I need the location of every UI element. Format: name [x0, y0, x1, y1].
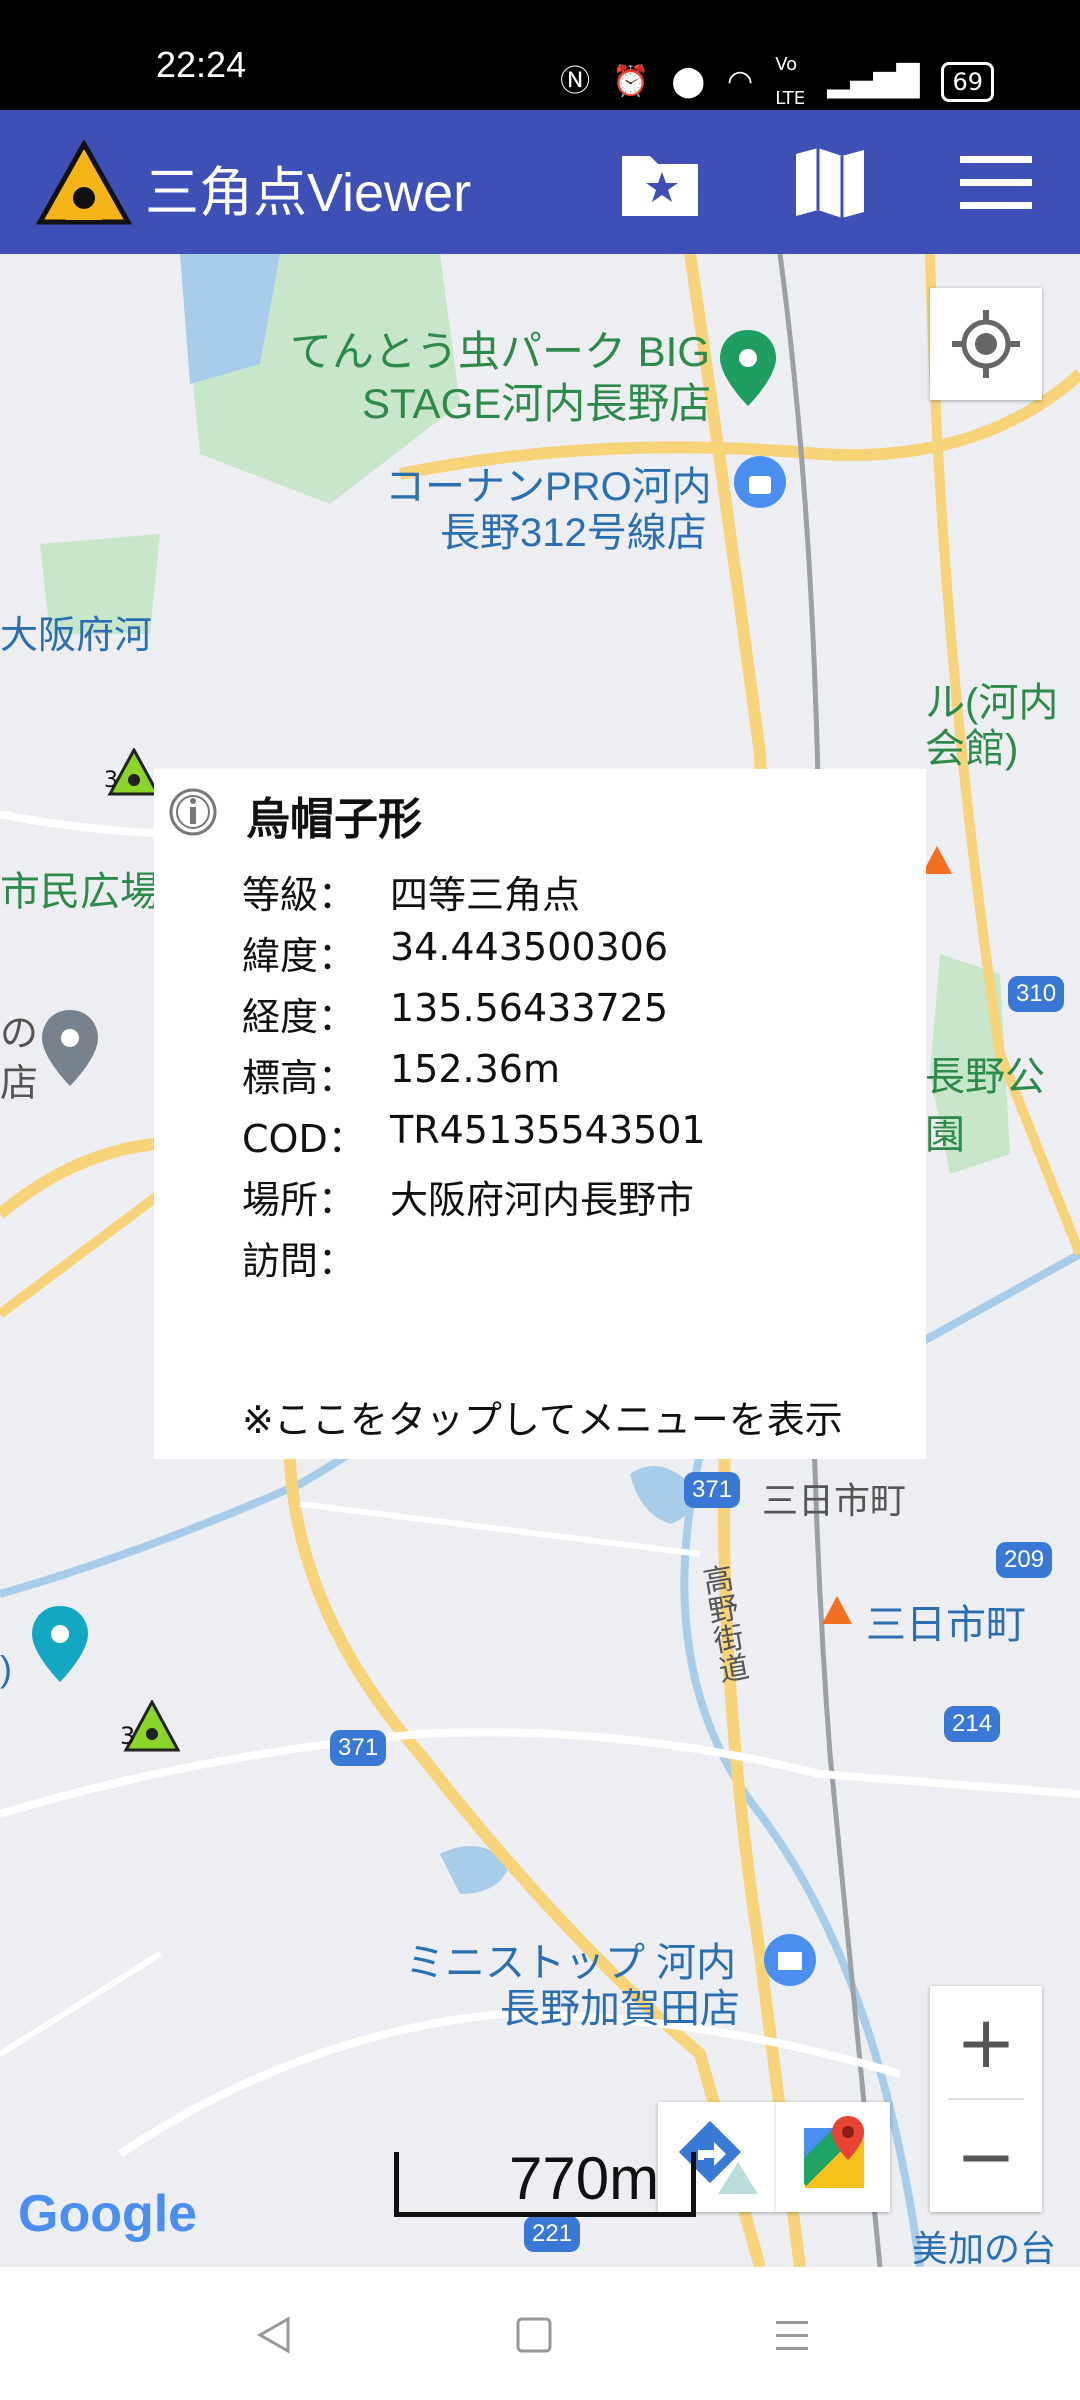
marker-number: 3 — [104, 768, 118, 793]
store-pin-icon[interactable] — [762, 1932, 818, 1988]
wifi-icon: ◠ — [727, 64, 754, 99]
detail-value: 四等三角点 — [390, 873, 581, 917]
marker-number: 3 — [120, 1722, 136, 1750]
my-location-button[interactable] — [930, 288, 1042, 400]
map-view[interactable]: てんとう虫パーク BIG STAGE河内長野店 コーナンPRO河内 長野312号… — [0, 254, 1080, 2267]
map-icon[interactable] — [790, 142, 870, 222]
detail-value: 152.36m — [390, 1047, 560, 1091]
detail-row: 経度： 135.56433725 — [242, 986, 706, 1047]
google-maps-icon — [804, 2116, 864, 2188]
folder-star-icon[interactable] — [618, 142, 702, 222]
app-bar: 三角点Viewer — [0, 110, 1080, 254]
detail-value: 34.443500306 — [390, 925, 669, 969]
detail-row: COD： TR45135543501 — [242, 1108, 706, 1169]
scale-label: 770m — [509, 2145, 660, 2212]
route-badge: 371 — [684, 1472, 741, 1508]
map-label: 店 — [0, 1063, 39, 1105]
orion-logo-icon — [36, 140, 132, 225]
route-badge: 221 — [524, 2216, 581, 2252]
map-label: 三日市町 — [762, 1480, 907, 1521]
map-label: 長野312号線店 — [440, 511, 707, 555]
map-pin-icon[interactable] — [40, 1008, 100, 1088]
detail-row: 訪問： — [242, 1230, 706, 1291]
route-badge: 214 — [944, 1706, 1001, 1742]
zoom-controls: + − — [930, 1986, 1042, 2212]
volte-icon: Vo LTE — [775, 54, 806, 109]
map-label: の — [0, 1013, 39, 1055]
detail-key: 等級： — [242, 873, 357, 917]
status-bar: 22:24 Ⓝ ⏰ ⬤ ◠ Vo LTE ▂▄▆█ 69 — [0, 0, 1080, 110]
my-location-icon — [952, 310, 1020, 378]
map-label: 会館) — [925, 727, 1019, 771]
nfc-icon: Ⓝ — [560, 64, 591, 99]
point-info-popup[interactable]: 烏帽子形 等級： 四等三角点 緯度： 34.443500306 経度： 135.… — [154, 769, 926, 1459]
point-details: 等級： 四等三角点 緯度： 34.443500306 経度： 135.56433… — [242, 864, 706, 1291]
signal-icon: ▂▄▆█ — [827, 64, 920, 99]
open-google-maps-button[interactable] — [774, 2102, 892, 2212]
detail-key: 緯度： — [242, 934, 357, 978]
tap-hint: ※ここをタップしてメニューを表示 — [242, 1398, 843, 1442]
recents-icon[interactable] — [770, 2313, 814, 2357]
detail-key: 経度： — [242, 995, 357, 1039]
detail-value: 大阪府河内長野市 — [390, 1178, 695, 1222]
map-label: STAGE河内長野店 — [362, 380, 712, 427]
triangulation-marker[interactable]: 3 — [120, 1698, 181, 1754]
zoom-in-button[interactable]: + — [930, 1986, 1042, 2098]
map-label: 長野加賀田店 — [500, 1987, 740, 2031]
map-label: 大阪府河 — [0, 615, 153, 657]
system-nav-bar — [0, 2267, 1080, 2400]
detail-key: COD： — [242, 1117, 366, 1161]
detail-value: 135.56433725 — [390, 986, 669, 1030]
detail-key: 標高： — [242, 1056, 357, 1100]
map-label: 美加の台 — [912, 2228, 1057, 2267]
map-pin-icon[interactable] — [718, 328, 778, 408]
battery-icon: 69 — [941, 62, 994, 102]
detail-key: 場所： — [242, 1178, 357, 1222]
info-icon — [169, 788, 217, 836]
triangulation-marker[interactable]: 3 — [104, 746, 161, 798]
route-badge: 310 — [1008, 976, 1065, 1012]
zoom-out-button[interactable]: − — [930, 2100, 1042, 2212]
detail-row: 等級： 四等三角点 — [242, 864, 706, 925]
station-icon — [822, 1596, 852, 1624]
back-icon[interactable] — [252, 2313, 296, 2357]
alarm-icon: ⏰ — [612, 64, 650, 99]
detail-value: TR45135543501 — [390, 1108, 706, 1152]
map-label: 市民広場 — [0, 870, 160, 914]
map-label: 長野公園 — [925, 1055, 1045, 1157]
scale-bar: 770m — [394, 2145, 696, 2217]
google-logo: Google — [18, 2185, 198, 2243]
route-badge: 371 — [330, 1730, 387, 1766]
map-label: 三日市町 — [866, 1603, 1026, 1647]
detail-row: 場所： 大阪府河内長野市 — [242, 1169, 706, 1230]
map-label: ) — [0, 1648, 12, 1689]
detail-row: 標高： 152.36m — [242, 1047, 706, 1108]
menu-icon[interactable] — [956, 142, 1036, 222]
status-icons: Ⓝ ⏰ ⬤ ◠ Vo LTE ▂▄▆█ 69 — [560, 48, 994, 116]
detail-row: 緯度： 34.443500306 — [242, 925, 706, 986]
location-icon: ⬤ — [671, 64, 706, 99]
shopping-pin-icon[interactable] — [732, 454, 788, 510]
point-name: 烏帽子形 — [246, 794, 422, 845]
status-time: 22:24 — [156, 44, 247, 85]
app-title: 三角点Viewer — [145, 163, 472, 223]
map-pin-icon[interactable] — [30, 1604, 90, 1684]
home-icon[interactable] — [512, 2313, 556, 2357]
detail-key: 訪問： — [242, 1239, 357, 1283]
route-badge: 209 — [996, 1542, 1053, 1578]
